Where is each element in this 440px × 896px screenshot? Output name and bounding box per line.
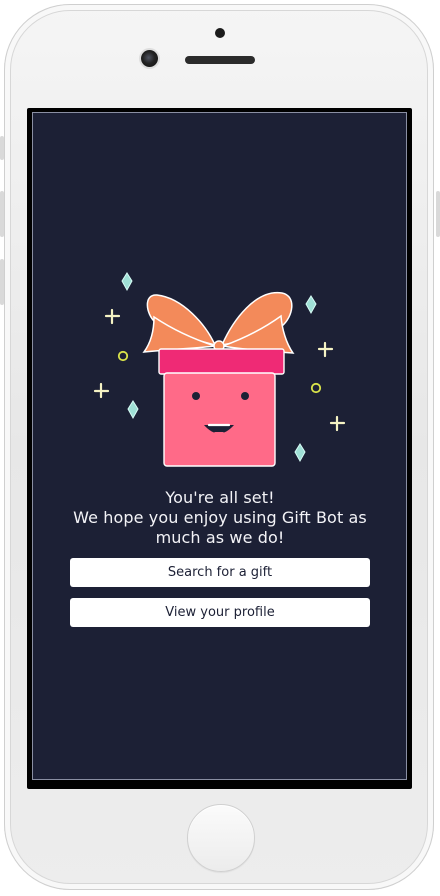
search-gift-button[interactable]: Search for a gift <box>70 558 370 587</box>
gift-bow-icon <box>142 292 295 354</box>
mute-switch <box>0 136 4 160</box>
front-camera-icon <box>141 50 158 67</box>
completion-message: You're all set! We hope you enjoy using … <box>70 488 370 548</box>
gift-lid-icon <box>158 348 285 375</box>
headline-line-1: You're all set! <box>165 488 275 507</box>
gift-box-body-icon <box>163 372 276 467</box>
earpiece-speaker <box>185 56 255 64</box>
proximity-sensor <box>215 28 225 38</box>
gift-box-illustration <box>93 272 346 467</box>
headline-line-2: We hope you enjoy using Gift Bot as <box>73 508 367 527</box>
headline-line-3: much as we do! <box>155 528 285 547</box>
volume-up-button <box>0 191 4 237</box>
home-button[interactable] <box>187 804 255 872</box>
volume-down-button <box>0 259 4 305</box>
power-button <box>436 191 440 237</box>
view-profile-button[interactable]: View your profile <box>70 598 370 627</box>
